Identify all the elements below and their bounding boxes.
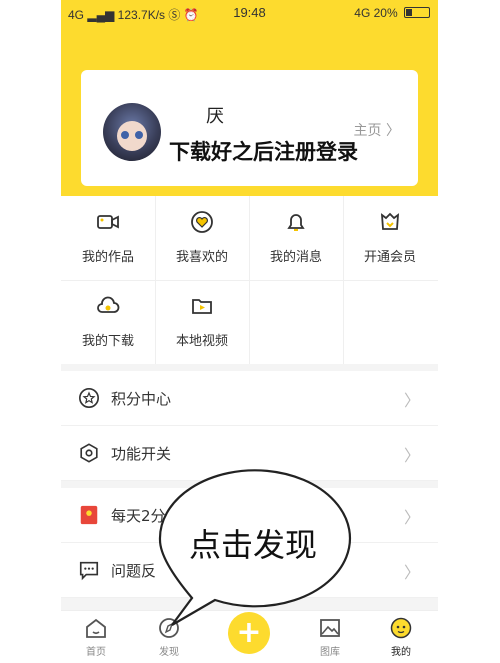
- annotation-text: 点击发现: [188, 526, 317, 564]
